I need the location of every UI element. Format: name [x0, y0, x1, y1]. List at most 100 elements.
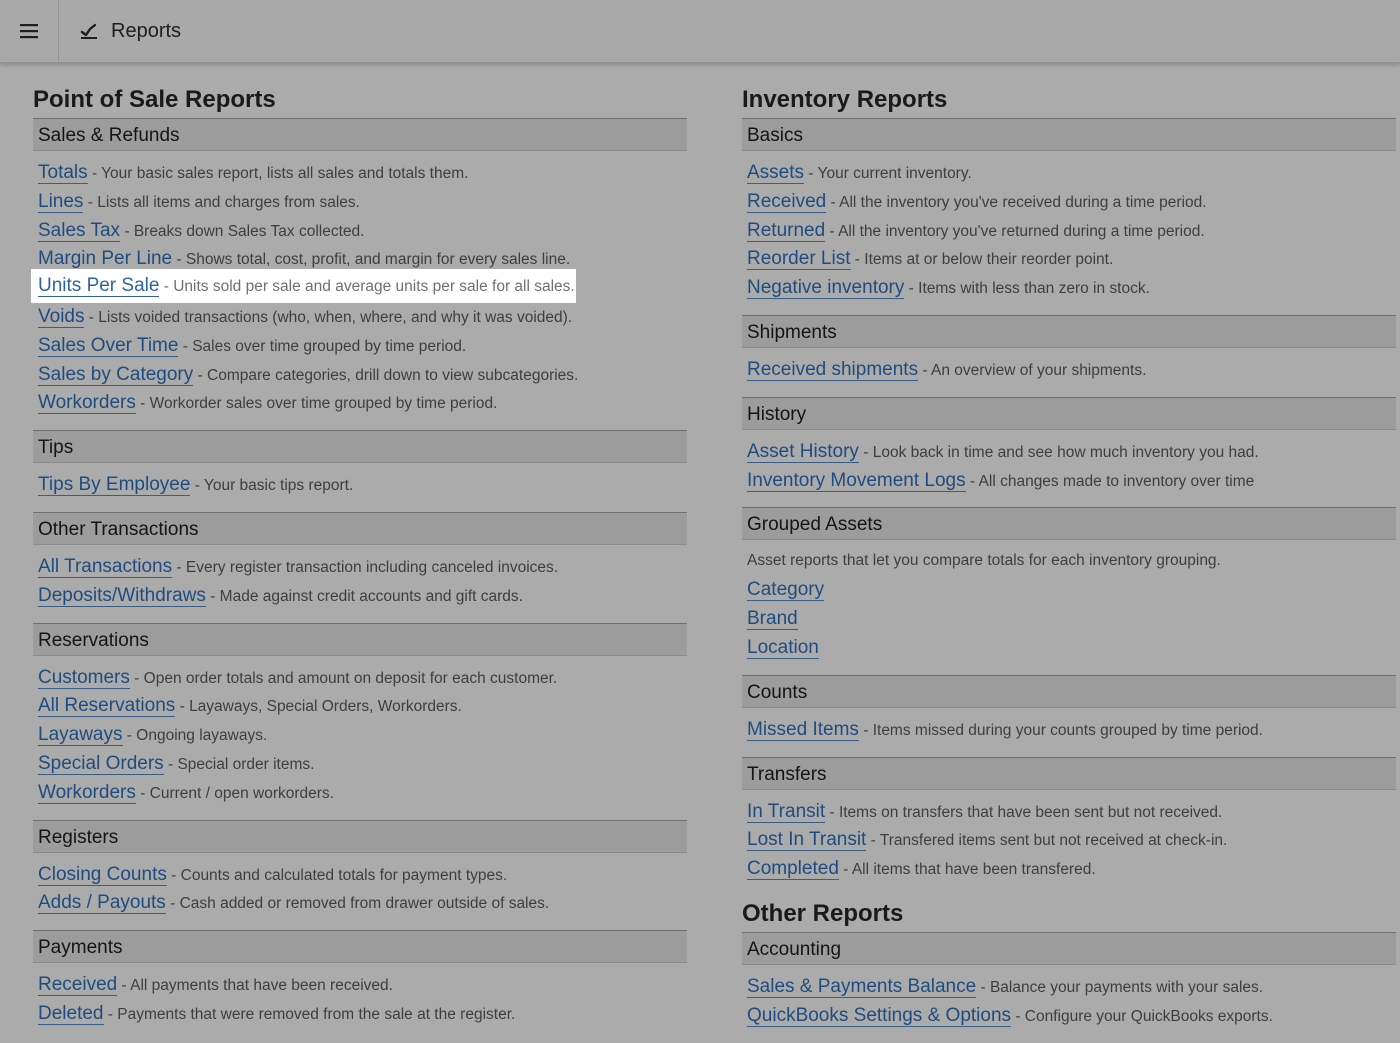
report-link-brand[interactable]: Brand [747, 608, 798, 631]
list-item: Asset History - Look back in time and se… [747, 438, 1396, 467]
list-item: Deposits/Withdraws - Made against credit… [38, 582, 687, 611]
list-item: Sales Tax - Breaks down Sales Tax collec… [38, 217, 687, 246]
point-of-sale-reports-column: Point of Sale Reports Sales & Refunds To… [33, 84, 687, 1041]
history-list: Asset History - Look back in time and se… [742, 430, 1396, 508]
report-description: - Payments that were removed from the sa… [103, 1005, 516, 1023]
list-item: Reorder List - Items at or below their r… [747, 245, 1396, 274]
report-link-adds-payouts[interactable]: Adds / Payouts [38, 892, 166, 915]
list-item: Received - All payments that have been r… [38, 971, 687, 1000]
report-description: - Made against credit accounts and gift … [205, 587, 523, 605]
report-link-sales-tax[interactable]: Sales Tax [38, 219, 121, 242]
list-item: Inventory Movement Logs - All changes ma… [747, 467, 1396, 496]
report-link-received[interactable]: Received [38, 974, 118, 997]
report-link-asset-history[interactable]: Asset History [747, 440, 859, 463]
report-link-totals[interactable]: Totals [38, 162, 88, 184]
report-link-sales-by-category[interactable]: Sales by Category [38, 363, 194, 386]
point-of-sale-reports-title: Point of Sale Reports [33, 86, 276, 113]
report-link-received[interactable]: Received [747, 190, 827, 213]
report-description: - Ongoing layaways. [122, 727, 268, 745]
report-link-closing-counts[interactable]: Closing Counts [38, 863, 167, 886]
report-description: - Balance your payments with your sales. [976, 978, 1264, 996]
list-item: Category [747, 576, 1396, 605]
report-description: - Layaways, Special Orders, Workorders. [175, 698, 462, 716]
report-link-workorders[interactable]: Workorders [38, 781, 136, 804]
shipments-list: Received shipments - An overview of your… [742, 348, 1396, 397]
list-item: Voids - Lists voided transactions (who, … [38, 303, 687, 332]
report-description: - Units sold per sale and average units … [163, 278, 575, 295]
report-description: - All payments that have been received. [117, 977, 393, 995]
report-description: - All changes made to inventory over tim… [965, 472, 1255, 490]
grouped-assets-list: Asset reports that let you compare total… [742, 540, 1396, 674]
report-link-category[interactable]: Category [747, 579, 825, 602]
inventory-reports-column: Inventory Reports Basics Assets - Your c… [742, 84, 1396, 1043]
list-item: Received - All the inventory you've rece… [747, 188, 1396, 217]
report-description: - Your basic tips report. [190, 477, 354, 495]
highlighted-row-units-per-sale: Units Per Sale - Units sold per sale and… [38, 272, 575, 300]
report-description: - Workorder sales over time grouped by t… [135, 395, 498, 413]
section-header-basics: Basics [742, 118, 1396, 151]
report-link-layaways[interactable]: Layaways [38, 724, 123, 747]
page-title-area: Reports [80, 0, 181, 62]
list-item: Workorders - Current / open workorders. [38, 779, 687, 808]
report-link-returned[interactable]: Returned [747, 219, 826, 242]
report-link-inventory-movement-logs[interactable]: Inventory Movement Logs [747, 469, 966, 492]
report-link-sales-and-payments-balance[interactable]: Sales & Payments Balance [747, 975, 977, 998]
hamburger-menu-icon [20, 24, 38, 39]
report-link-tips-by-employee[interactable]: Tips By Employee [38, 474, 191, 497]
report-description: - Items missed during your counts groupe… [858, 721, 1263, 739]
report-description: - All the inventory you've returned duri… [825, 222, 1205, 240]
other-reports-title: Other Reports [742, 899, 904, 927]
report-link-sales-over-time[interactable]: Sales Over Time [38, 334, 179, 357]
report-description: - Cash added or removed from drawer outs… [165, 895, 550, 913]
report-link-workorders[interactable]: Workorders [38, 392, 136, 415]
tips-list: Tips By Employee - Your basic tips repor… [33, 463, 687, 512]
list-item: Received shipments - An overview of your… [747, 356, 1396, 385]
report-link-deposits-withdraws[interactable]: Deposits/Withdraws [38, 584, 206, 607]
list-item: Closing Counts - Counts and calculated t… [38, 861, 687, 890]
report-description: - Transfered items sent but not received… [866, 832, 1228, 850]
list-item: Lost In Transit - Transfered items sent … [747, 826, 1396, 855]
report-link-completed[interactable]: Completed [747, 858, 839, 881]
list-item: Assets - Your current inventory. [747, 159, 1396, 188]
report-link-units-per-sale[interactable]: Units Per Sale [38, 275, 160, 297]
accounting-list: Sales & Payments Balance - Balance your … [742, 965, 1396, 1043]
report-link-lines[interactable]: Lines [38, 190, 84, 213]
report-description: - Every register transaction including c… [172, 558, 559, 576]
list-item: Location [747, 634, 1396, 663]
report-link-quickbooks-settings-and-options[interactable]: QuickBooks Settings & Options [747, 1004, 1012, 1027]
report-link-lost-in-transit[interactable]: Lost In Transit [747, 829, 867, 852]
other-transactions-list: All Transactions - Every register transa… [33, 545, 687, 623]
list-item: Special Orders - Special order items. [38, 750, 687, 779]
report-link-missed-items[interactable]: Missed Items [747, 718, 859, 741]
report-link-special-orders[interactable]: Special Orders [38, 752, 164, 775]
list-item: In Transit - Items on transfers that hav… [747, 798, 1396, 827]
menu-button[interactable] [0, 0, 59, 62]
report-description: - Sales over time grouped by time period… [178, 337, 467, 355]
list-item: All Reservations - Layaways, Special Ord… [38, 692, 687, 721]
report-link-negative-inventory[interactable]: Negative inventory [747, 277, 905, 300]
report-description: - Lists all items and charges from sales… [83, 193, 360, 211]
report-description: - Special order items. [163, 755, 315, 773]
report-description: - Compare categories, drill down to view… [193, 366, 579, 384]
report-link-in-transit[interactable]: In Transit [747, 800, 826, 823]
report-link-deleted[interactable]: Deleted [38, 1002, 104, 1025]
section-header-other-transactions: Other Transactions [33, 511, 687, 545]
inventory-reports-title: Inventory Reports [742, 86, 948, 113]
section-header-history: History [742, 396, 1396, 430]
report-link-reorder-list[interactable]: Reorder List [747, 248, 851, 271]
report-link-all-transactions[interactable]: All Transactions [38, 555, 173, 578]
section-header-registers: Registers [33, 819, 687, 853]
list-item: All Transactions - Every register transa… [38, 553, 687, 582]
report-link-assets[interactable]: Assets [747, 162, 805, 184]
section-header-accounting: Accounting [742, 931, 1396, 965]
report-link-location[interactable]: Location [747, 636, 819, 659]
report-link-voids[interactable]: Voids [38, 305, 85, 328]
report-link-customers[interactable]: Customers [38, 666, 130, 689]
section-header-sales-refunds: Sales & Refunds [33, 118, 687, 151]
report-link-margin-per-line[interactable]: Margin Per Line [38, 248, 173, 271]
report-link-received-shipments[interactable]: Received shipments [747, 358, 919, 381]
section-header-shipments: Shipments [742, 314, 1396, 348]
report-description: - Shows total, cost, profit, and margin … [172, 251, 571, 269]
report-link-all-reservations[interactable]: All Reservations [38, 695, 176, 718]
report-description: - An overview of your shipments. [918, 361, 1147, 379]
